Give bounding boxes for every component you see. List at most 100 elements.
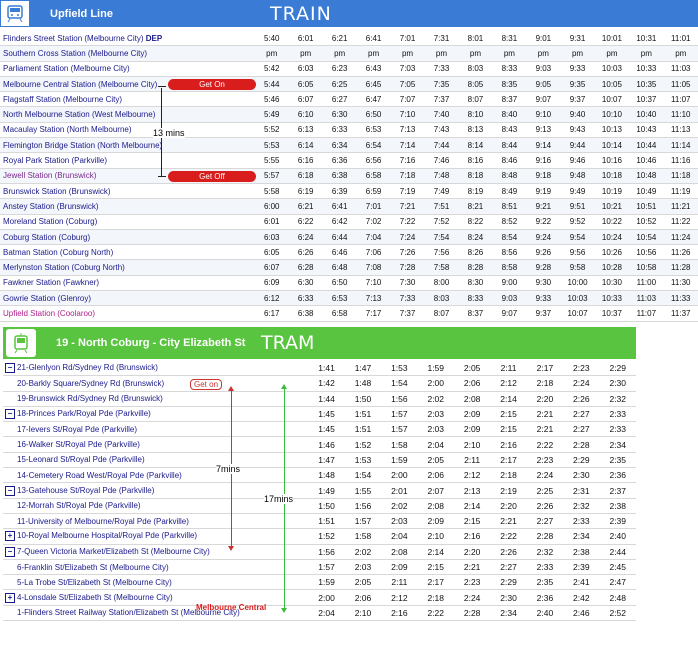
train-time-cell: 7:26 <box>390 244 425 261</box>
train-time-cell: 10:07 <box>594 91 630 108</box>
train-time-cell: 9:13 <box>526 122 561 139</box>
collapse-icon[interactable]: − <box>5 409 15 420</box>
train-station-label: Anstey Station (Brunswick) <box>3 201 99 211</box>
train-time-cell: 6:00 <box>254 198 289 215</box>
train-time-cell: 9:33 <box>526 290 561 307</box>
tram-time-cell: 2:45 <box>599 559 636 576</box>
train-time-cell: 6:03 <box>254 229 289 246</box>
train-time-cell: 6:12 <box>254 290 289 307</box>
tram-stop-name[interactable]: −21-Glenlyon Rd/Sydney Rd (Brunswick) <box>3 361 309 377</box>
train-row: Southern Cross Station (Melbourne City) p… <box>0 45 698 62</box>
collapse-icon[interactable]: − <box>5 546 15 557</box>
train-station-name[interactable]: North Melbourne Station (West Melbourne) <box>0 106 255 123</box>
train-time-cell: 10:01 <box>594 31 630 47</box>
train-time-cell: 10:35 <box>629 76 664 93</box>
get-off-badge: Get Off <box>168 171 256 182</box>
train-time-cell: 9:30 <box>526 275 561 292</box>
tram-row: −21-Glenlyon Rd/Sydney Rd (Brunswick) 1:4… <box>3 361 636 377</box>
tram-stop-name[interactable]: 12-Morrah St/Royal Pde (Parkville) <box>3 498 309 514</box>
train-station-name[interactable]: Coburg Station (Coburg) <box>0 229 255 246</box>
tram-stop-name[interactable]: 14-Cemetery Road West/Royal Pde (Parkvil… <box>3 467 309 484</box>
tram-stop-name[interactable]: 19-Brunswick Rd/Sydney Rd (Brunswick) <box>3 391 309 407</box>
train-time-cell: 8:44 <box>492 137 527 154</box>
expand-icon[interactable]: + <box>5 592 15 603</box>
tram-time-cell: 1:51 <box>308 513 345 530</box>
train-time-cell: 11:33 <box>663 290 698 307</box>
train-time-cell: 7:54 <box>424 229 459 246</box>
train-station-name[interactable]: Anstey Station (Brunswick) <box>0 198 255 215</box>
train-row: Flemington Bridge Station (North Melbour… <box>0 137 698 154</box>
tram-stop-name[interactable]: 6-Franklin St/Elizabeth St (Melbourne Ci… <box>3 559 309 576</box>
train-station-name[interactable]: Royal Park Station (Parkville) <box>0 152 255 169</box>
train-time-cell: 8:49 <box>492 183 527 200</box>
tram-time-cell: 2:38 <box>563 544 600 560</box>
collapse-icon[interactable]: − <box>5 485 15 496</box>
train-time-cell: 8:33 <box>458 290 493 307</box>
train-time-cell: 6:33 <box>322 122 357 139</box>
train-station-name[interactable]: Macaulay Station (North Melbourne) <box>0 122 255 139</box>
train-station-name[interactable]: Batman Station (Coburg North) <box>0 244 255 261</box>
tram-time-cell: 1:55 <box>344 482 382 499</box>
train-time-cell: 10:22 <box>594 214 630 230</box>
tram-stop-name[interactable]: 15-Leonard St/Royal Pde (Parkville) <box>3 452 309 469</box>
tram-stop-name[interactable]: −18-Princes Park/Royal Pde (Parkville) <box>3 406 309 423</box>
tram-time-cell: 1:48 <box>308 467 345 484</box>
tram-stop-name[interactable]: 11-University of Melbourne/Royal Pde (Pa… <box>3 513 309 530</box>
train-time-cell: 10:33 <box>629 61 664 77</box>
tram-stop-name[interactable]: 16-Walker St/Royal Pde (Parkville) <box>3 436 309 453</box>
tram-time-cell: 2:10 <box>453 436 491 453</box>
tram-time-cell: 2:15 <box>490 421 527 438</box>
train-station-name[interactable]: Parliament Station (Melbourne City) <box>0 61 255 77</box>
train-time-cell: 6:41 <box>322 198 357 215</box>
tram-stop-name[interactable]: 20-Barkly Square/Sydney Rd (Brunswick) <box>3 375 309 392</box>
tram-stop-name[interactable]: 5-La Trobe St/Elizabeth St (Melbourne Ci… <box>3 574 309 591</box>
train-station-name[interactable]: Merlynston Station (Coburg North) <box>0 259 255 276</box>
tram-row: +10-Royal Melbourne Hospital/Royal Pde (… <box>3 528 636 545</box>
tram-stop-name[interactable]: +10-Royal Melbourne Hospital/Royal Pde (… <box>3 528 309 545</box>
tram-time-cell: 2:33 <box>599 406 636 423</box>
tram-time-cell: 2:08 <box>417 498 454 514</box>
train-time-cell: 10:19 <box>594 183 630 200</box>
expand-icon[interactable]: + <box>5 531 15 542</box>
train-time-cell: pm <box>560 45 595 62</box>
train-station-name[interactable]: Flemington Bridge Station (North Melbour… <box>0 137 255 154</box>
train-station-name[interactable]: Gowrie Station (Glenroy) <box>0 290 255 307</box>
train-time-cell: 6:22 <box>288 214 323 230</box>
train-time-cell: 11:03 <box>629 290 664 307</box>
train-time-cell: 6:33 <box>288 290 323 307</box>
tram-stop-label: 6-Franklin St/Elizabeth St (Melbourne Ci… <box>17 562 169 572</box>
train-row: Flinders Street Station (Melbourne City)… <box>0 31 698 47</box>
train-time-cell: 8:54 <box>492 229 527 246</box>
train-station-name[interactable]: Fawkner Station (Fawkner) <box>0 275 255 292</box>
train-station-name[interactable]: Flagstaff Station (Melbourne City) <box>0 91 255 108</box>
train-station-label: Flemington Bridge Station (North Melbour… <box>3 140 163 150</box>
train-station-name[interactable]: Upfield Station (Coolaroo) <box>0 305 255 322</box>
train-station-name[interactable]: Southern Cross Station (Melbourne City) <box>0 45 255 62</box>
train-time-cell: pm <box>424 45 459 62</box>
train-time-cell: 7:01 <box>356 198 391 215</box>
train-time-cell: 6:50 <box>356 106 391 123</box>
train-station-name[interactable]: Flinders Street Station (Melbourne City)… <box>0 31 255 47</box>
train-station-name[interactable]: Brunswick Station (Brunswick) <box>0 183 255 200</box>
tram-time-cell: 2:44 <box>599 544 636 560</box>
train-time-cell: 7:37 <box>390 305 425 322</box>
train-time-cell: 10:51 <box>629 198 664 215</box>
tram-stop-name[interactable]: −13-Gatehouse St/Royal Pde (Parkville) <box>3 482 309 499</box>
train-station-label: Flinders Street Station (Melbourne City) <box>3 33 144 43</box>
tram-time-cell: 1:59 <box>308 574 345 591</box>
tram-time-cell: 2:33 <box>599 421 636 438</box>
tram-time-cell: 1:53 <box>381 361 418 377</box>
tram-stop-name[interactable]: 17-Ievers St/Royal Pde (Parkville) <box>3 421 309 438</box>
train-time-cell: 8:00 <box>424 275 459 292</box>
train-time-cell: 6:47 <box>356 91 391 108</box>
train-station-name[interactable]: Moreland Station (Coburg) <box>0 214 255 230</box>
tram-stop-name[interactable]: −7-Queen Victoria Market/Elizabeth St (M… <box>3 544 309 560</box>
train-time-cell: 6:16 <box>288 152 323 169</box>
collapse-icon[interactable]: − <box>5 363 15 374</box>
tram-time-cell: 2:18 <box>526 375 564 392</box>
train-time-cell: 10:28 <box>594 259 630 276</box>
train-time-cell: 7:08 <box>356 259 391 276</box>
train-time-cell: 7:21 <box>390 198 425 215</box>
train-time-cell: 8:03 <box>458 61 493 77</box>
tram-time-cell: 2:29 <box>490 574 527 591</box>
